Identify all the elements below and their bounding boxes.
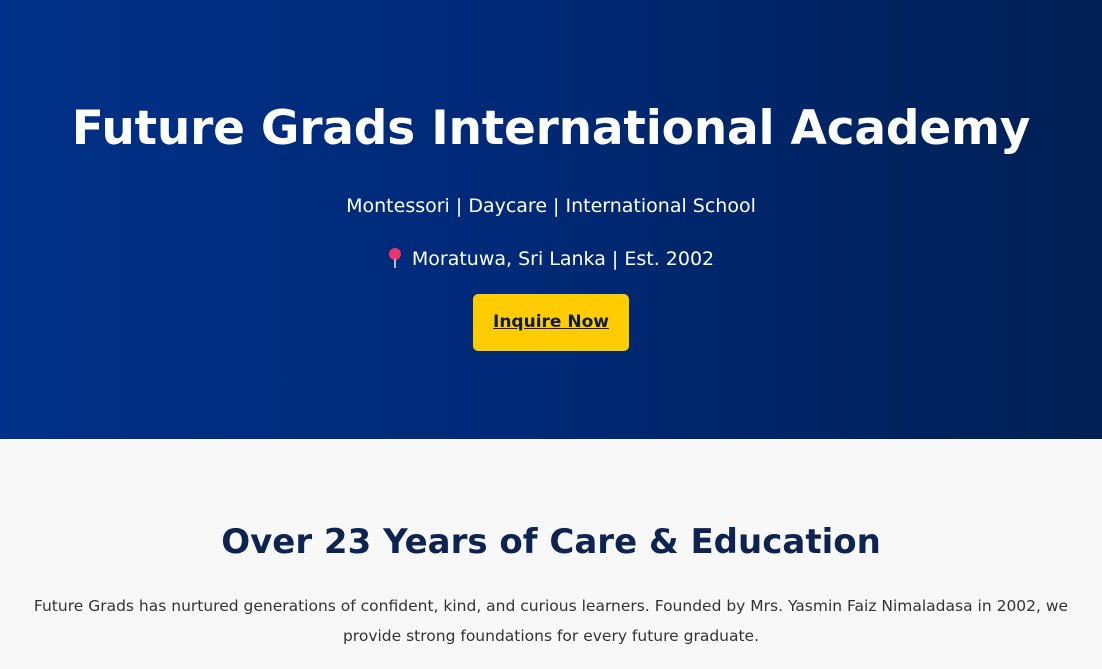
hero-section: Future Grads International Academy Monte… — [0, 0, 1102, 439]
round-pushpin-icon — [388, 248, 402, 268]
inquire-now-button[interactable]: Inquire Now — [473, 294, 629, 351]
about-description: Future Grads has nurtured generations of… — [33, 597, 1069, 645]
hero-tagline: Montessori | Daycare | International Sch… — [346, 195, 756, 217]
about-heading: Over 23 Years of Care & Education — [221, 522, 881, 562]
hero-title: Future Grads International Academy — [71, 101, 1031, 156]
hero-location-text: Moratuwa, Sri Lanka | Est. 2002 — [411, 248, 715, 270]
about-section: Over 23 Years of Care & Education Future… — [0, 439, 1102, 669]
hero-location: Moratuwa, Sri Lanka | Est. 2002 — [0, 245, 1102, 273]
